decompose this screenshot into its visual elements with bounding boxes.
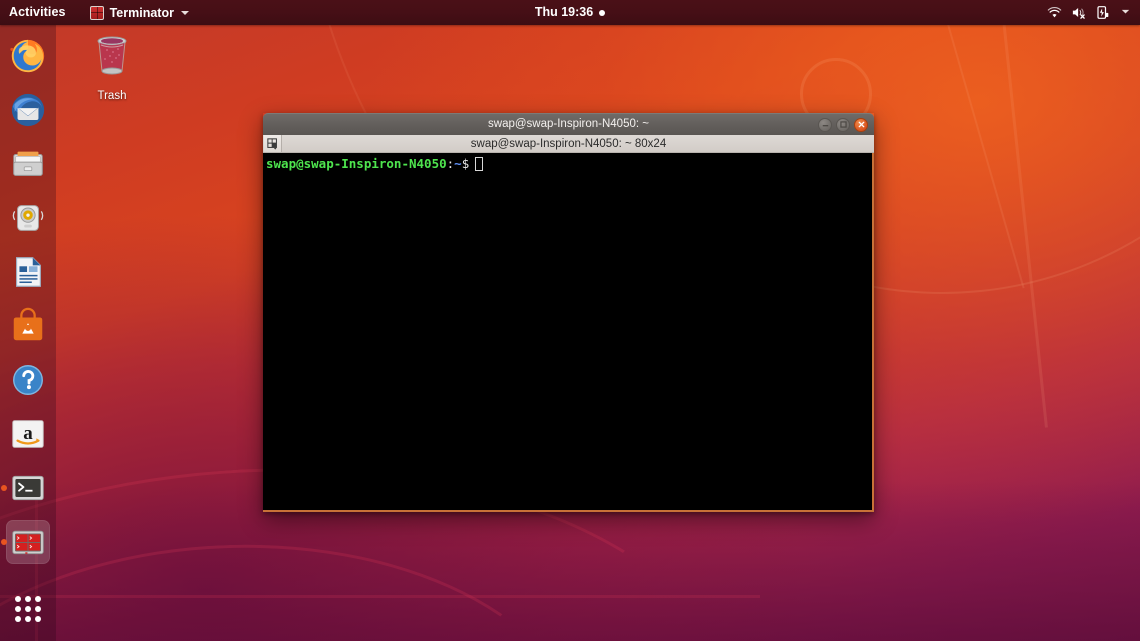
terminal-icon — [10, 470, 46, 506]
terminal-window: swap@swap-Inspiron-N4050: ~ — [263, 113, 874, 512]
show-applications-button[interactable] — [6, 587, 50, 631]
dock-item-files[interactable] — [6, 142, 50, 186]
terminal-title: swap@swap-Inspiron-N4050: ~ — [263, 114, 874, 135]
volume-muted-icon[interactable] — [1071, 5, 1086, 20]
firefox-icon — [9, 37, 47, 75]
files-icon — [9, 145, 47, 183]
terminator-icon — [10, 524, 46, 560]
prompt-user-host: swap@swap-Inspiron-N4050 — [266, 156, 447, 171]
dock-item-help[interactable] — [6, 358, 50, 402]
libreoffice-writer-icon — [9, 253, 47, 291]
terminal-prompt-line: swap@swap-Inspiron-N4050:~$ — [266, 156, 872, 171]
app-menu-terminator[interactable]: Terminator — [82, 0, 197, 25]
grid-dot — [25, 606, 31, 612]
grid-dot — [35, 616, 41, 622]
thunderbird-icon — [9, 91, 47, 129]
terminal-tab-label[interactable]: swap@swap-Inspiron-N4050: ~ 80x24 — [263, 136, 874, 152]
svg-text:a: a — [23, 423, 33, 444]
wifi-icon[interactable] — [1047, 5, 1062, 20]
terminal-body[interactable]: swap@swap-Inspiron-N4050:~$ — [263, 153, 874, 512]
terminal-titlebar[interactable]: swap@swap-Inspiron-N4050: ~ — [263, 113, 874, 135]
minimize-icon[interactable] — [818, 118, 832, 132]
chevron-down-icon[interactable] — [1119, 5, 1134, 20]
prompt-path: ~ — [454, 156, 462, 171]
dock-item-libreoffice-writer[interactable] — [6, 250, 50, 294]
trash-icon — [86, 30, 138, 82]
dock: a — [0, 25, 56, 641]
wallpaper-line — [0, 595, 760, 598]
grid-dot — [25, 616, 31, 622]
grid-dot — [35, 606, 41, 612]
terminal-tabbar: swap@swap-Inspiron-N4050: ~ 80x24 — [263, 135, 874, 153]
grid-dot — [15, 616, 21, 622]
window-controls — [818, 118, 868, 132]
chevron-down-icon — [181, 11, 189, 15]
clock-label: Thu 19:36 — [535, 0, 593, 25]
system-tray — [1047, 0, 1134, 25]
dock-item-amazon[interactable]: a — [6, 412, 50, 456]
running-indicator — [1, 539, 7, 545]
desktop-icon-label: Trash — [78, 90, 146, 102]
grid-dot — [35, 596, 41, 602]
dock-item-firefox[interactable] — [6, 34, 50, 78]
rhythmbox-icon — [9, 199, 47, 237]
amazon-icon: a — [9, 415, 47, 453]
notification-dot-icon — [599, 10, 605, 16]
desktop: Activities Terminator Thu 19:36 — [0, 0, 1140, 641]
dock-item-terminal[interactable] — [6, 466, 50, 510]
ubuntu-software-icon — [9, 307, 47, 345]
dock-item-terminator[interactable] — [6, 520, 50, 564]
desktop-icon-trash[interactable]: Trash — [78, 30, 146, 102]
close-icon[interactable] — [854, 118, 868, 132]
battery-charging-icon[interactable] — [1095, 5, 1110, 20]
help-icon — [9, 361, 47, 399]
clock-button[interactable]: Thu 19:36 — [535, 0, 605, 25]
maximize-icon[interactable] — [836, 118, 850, 132]
top-bar: Activities Terminator Thu 19:36 — [0, 0, 1140, 25]
grid-dot — [25, 596, 31, 602]
terminal-cursor — [475, 157, 483, 171]
grid-dot — [15, 596, 21, 602]
dock-item-thunderbird[interactable] — [6, 88, 50, 132]
running-indicator — [1, 485, 7, 491]
terminator-icon — [90, 6, 104, 20]
grid-dot — [15, 606, 21, 612]
dock-item-ubuntu-software[interactable] — [6, 304, 50, 348]
prompt-symbol: $ — [462, 156, 470, 171]
dock-item-rhythmbox[interactable] — [6, 196, 50, 240]
prompt-colon: : — [447, 156, 455, 171]
activities-button[interactable]: Activities — [0, 0, 75, 25]
app-menu-label: Terminator — [110, 6, 174, 20]
